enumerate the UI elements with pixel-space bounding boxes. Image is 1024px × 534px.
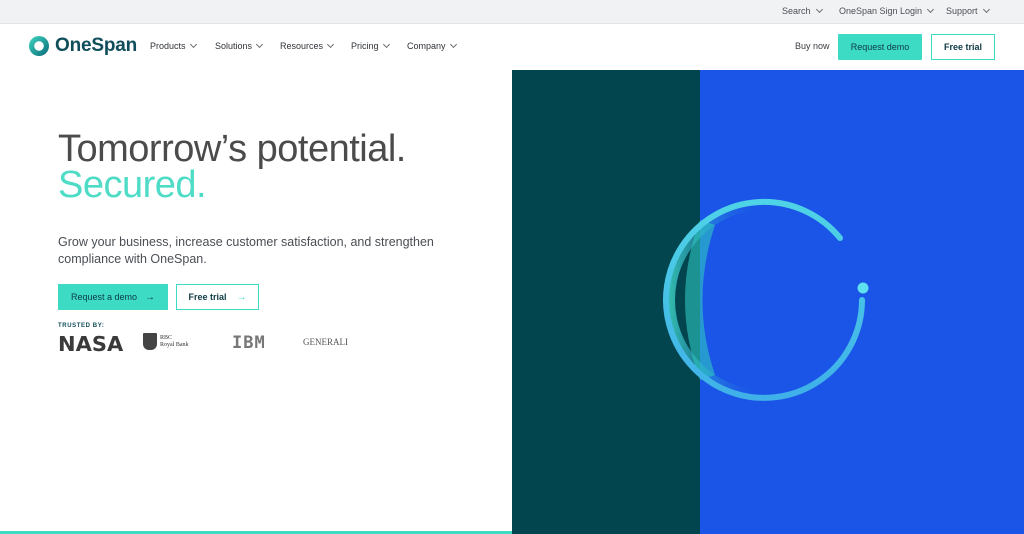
hero-subtitle: Grow your business, increase customer sa… (58, 235, 434, 266)
rbc-logo: RBC Royal Bank (143, 333, 189, 350)
rbc-shield-icon (143, 333, 157, 350)
nav-item-products[interactable]: Products (150, 40, 197, 51)
main-nav: OneSpan Products Solutions Resources Pri… (0, 24, 1024, 70)
nav-item-label: Products (150, 41, 186, 51)
nav-item-solutions[interactable]: Solutions (215, 40, 264, 51)
utility-bar: Search OneSpan Sign Login Support (0, 0, 1024, 24)
utility-support-label: Support (946, 6, 978, 16)
rbc-logo-line1: RBC (160, 335, 173, 341)
chevron-down-icon (189, 40, 197, 49)
nav-item-resources[interactable]: Resources (280, 40, 335, 51)
hero-request-demo-label: Request a demo (70, 292, 138, 302)
trusted-by-label: TRUSTED BY: (58, 323, 105, 329)
utility-signin[interactable]: OneSpan Sign Login (839, 5, 935, 16)
chevron-down-icon (382, 40, 390, 49)
arrow-right-icon: → (145, 291, 156, 303)
hero-request-demo-button[interactable]: Request a demo → (58, 284, 168, 310)
nav-item-label: Solutions (215, 41, 253, 51)
hero-free-trial-label: Free trial (188, 292, 227, 302)
nav-item-label: Company (407, 41, 446, 51)
brand-name: OneSpan (55, 35, 138, 56)
onespan-logo-icon (29, 36, 49, 56)
hero-ring-graphic (663, 198, 869, 401)
chevron-down-icon (982, 5, 990, 14)
utility-search-label: Search (782, 6, 811, 16)
chevron-down-icon (326, 40, 335, 49)
chevron-down-icon (255, 40, 264, 49)
rbc-logo-text: RBC Royal Bank (160, 335, 189, 348)
nav-item-company[interactable]: Company (407, 40, 457, 51)
utility-support[interactable]: Support (946, 5, 990, 16)
request-demo-button[interactable]: Request demo (838, 34, 922, 60)
ibm-logo: IBM (232, 333, 266, 353)
generali-logo: GENERALI (303, 337, 348, 347)
chevron-down-icon (815, 5, 823, 14)
nasa-logo: NASA (58, 332, 124, 356)
brand-logo[interactable]: OneSpan (29, 35, 137, 57)
nav-item-pricing[interactable]: Pricing (351, 40, 390, 51)
nav-item-label: Resources (280, 41, 324, 51)
nav-item-label: Pricing (351, 41, 379, 51)
utility-signin-label: OneSpan Sign Login (839, 6, 923, 16)
arrow-right-icon: → (236, 291, 247, 303)
buy-now-link[interactable]: Buy now (795, 41, 830, 51)
hero-free-trial-button[interactable]: Free trial → (176, 284, 259, 310)
utility-search[interactable]: Search (782, 5, 823, 16)
rbc-logo-line2: Royal Bank (160, 341, 189, 348)
chevron-down-icon (927, 5, 935, 14)
chevron-down-icon (449, 40, 457, 49)
hero-title-accent: Secured. (58, 164, 207, 206)
free-trial-button[interactable]: Free trial (931, 34, 995, 60)
